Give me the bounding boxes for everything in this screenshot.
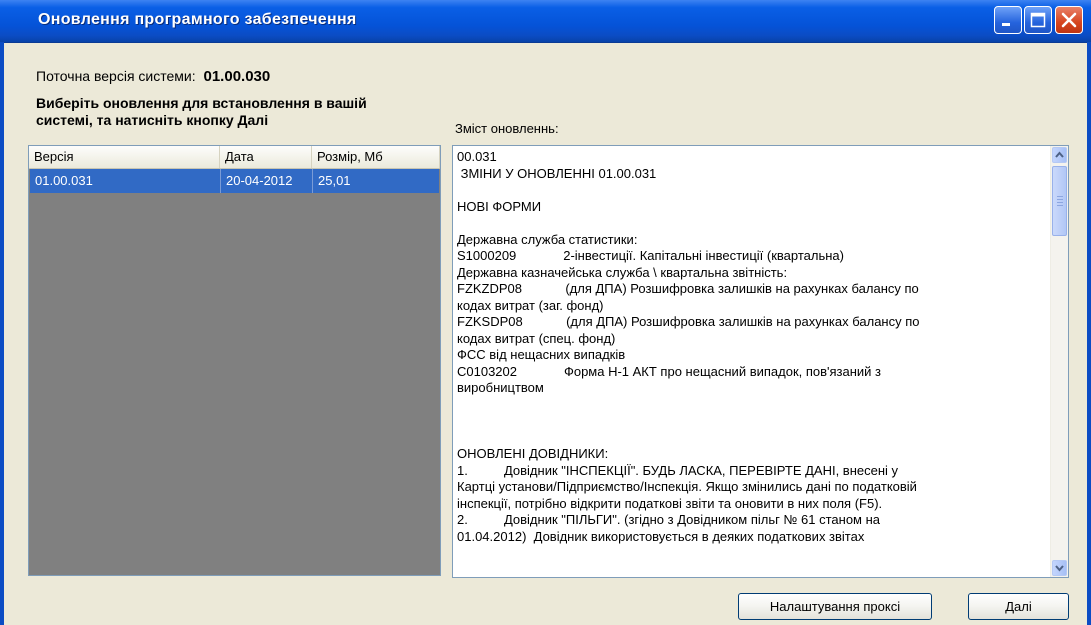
scroll-down-icon	[1055, 565, 1064, 572]
instruction-text: Виберіть оновлення для встановлення в ва…	[36, 95, 367, 129]
thumb-grip	[1057, 205, 1063, 206]
minimize-button[interactable]	[994, 6, 1022, 34]
changes-text: 00.031 ЗМІНИ У ОНОВЛЕННІ 01.00.031 НОВІ …	[457, 149, 920, 544]
scroll-up-icon	[1055, 151, 1064, 158]
column-header-date[interactable]: Дата	[220, 146, 312, 168]
close-icon	[1061, 12, 1077, 28]
thumb-grip	[1057, 196, 1063, 197]
close-button[interactable]	[1055, 6, 1083, 34]
title-bar: Оновлення програмного забезпечення	[0, 0, 1091, 43]
next-button[interactable]: Далі	[968, 593, 1069, 620]
scroll-down-button[interactable]	[1052, 560, 1067, 576]
instruction-line-1: Виберіть оновлення для встановлення в ва…	[36, 95, 367, 111]
current-version-row: Поточна версія системи: 01.00.030	[36, 68, 270, 85]
thumb-grip	[1057, 202, 1063, 203]
updates-list[interactable]: Версія Дата Розмір, Мб 01.00.031 20-04-2…	[28, 145, 441, 576]
list-item[interactable]: 01.00.031 20-04-2012 25,01	[30, 169, 439, 193]
window-title: Оновлення програмного забезпечення	[38, 11, 357, 28]
list-header: Версія Дата Розмір, Мб	[29, 146, 440, 169]
scroll-up-button[interactable]	[1052, 147, 1067, 163]
thumb-grip	[1057, 199, 1063, 200]
list-item-size: 25,01	[318, 173, 351, 188]
column-header-size[interactable]: Розмір, Мб	[312, 146, 440, 168]
window-frame-left	[0, 42, 4, 625]
changes-textarea[interactable]: 00.031 ЗМІНИ У ОНОВЛЕННІ 01.00.031 НОВІ …	[452, 145, 1069, 578]
column-header-version[interactable]: Версія	[29, 146, 220, 168]
maximize-icon	[1030, 12, 1046, 28]
list-item-version: 01.00.031	[35, 173, 93, 188]
maximize-button[interactable]	[1024, 6, 1052, 34]
window-frame-right	[1087, 42, 1091, 625]
instruction-line-2: системі, та натисніть кнопку Далі	[36, 112, 269, 128]
list-item-date: 20-04-2012	[226, 173, 293, 188]
vertical-scrollbar[interactable]	[1050, 146, 1068, 577]
current-version-value: 01.00.030	[203, 68, 271, 85]
current-version-label: Поточна версія системи:	[36, 68, 196, 84]
proxy-settings-button[interactable]: Налаштування проксі	[738, 593, 932, 620]
changes-label: Зміст оновленнь:	[455, 121, 559, 136]
scroll-thumb[interactable]	[1052, 166, 1067, 236]
minimize-icon	[1002, 23, 1010, 26]
